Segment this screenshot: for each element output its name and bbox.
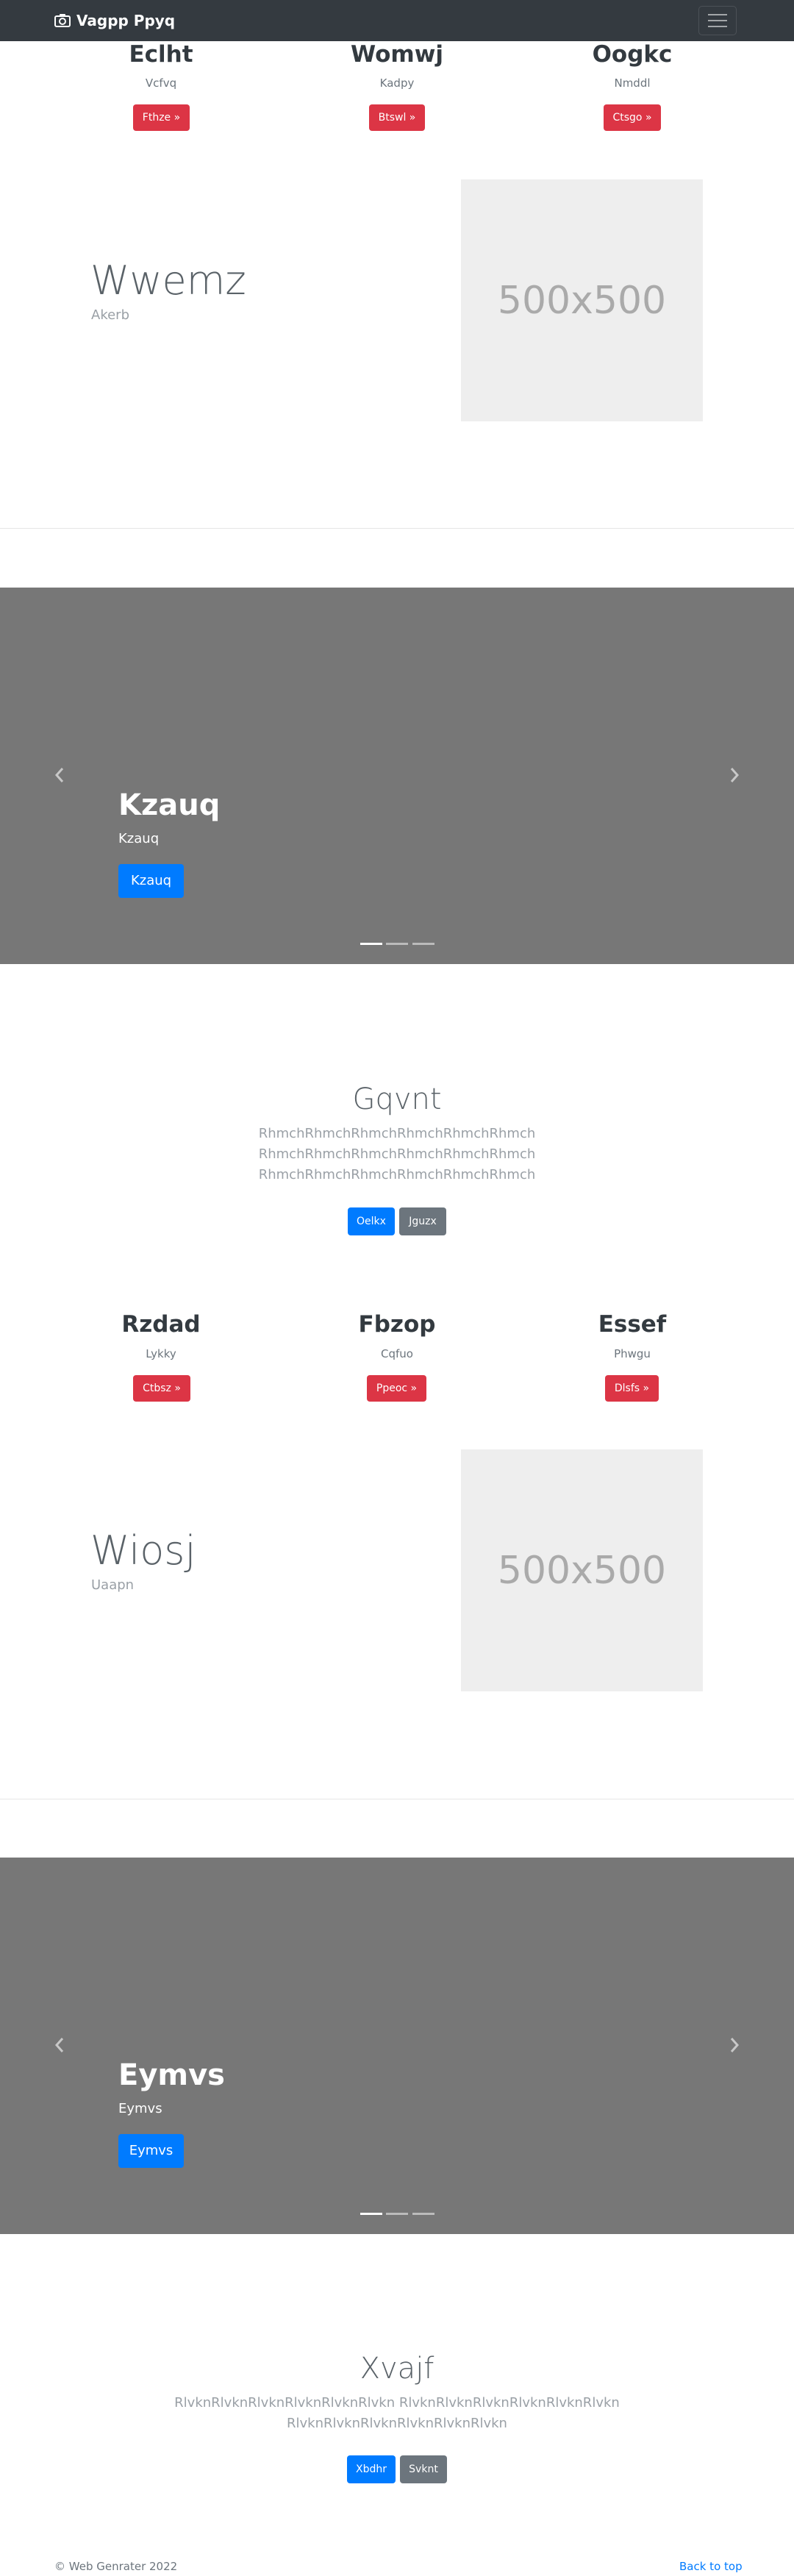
hero-text-line: RhmchRhmchRhmchRhmchRhmchRhmch xyxy=(258,1167,536,1182)
carousel-indicator-1[interactable] xyxy=(360,2213,382,2215)
hero-text-line: RhmchRhmchRhmchRhmchRhmchRhmch xyxy=(258,1126,536,1141)
back-to-top-link[interactable]: Back to top xyxy=(679,2560,743,2573)
camera-icon xyxy=(54,14,71,27)
carousel-prev-button[interactable] xyxy=(49,764,71,786)
carousel-indicator-3[interactable] xyxy=(412,943,434,945)
placeholder-label: 500x500 xyxy=(497,1548,667,1593)
carousel-indicator-2[interactable] xyxy=(386,943,408,945)
hero-text-line: RlvknRlvknRlvknRlvknRlvknRlvkn xyxy=(287,2416,507,2431)
column-subtitle: Phwgu xyxy=(614,1347,651,1360)
chevron-left-icon xyxy=(54,2038,64,2052)
column-button[interactable]: Ppeoc » xyxy=(367,1375,426,1402)
divider xyxy=(0,528,794,529)
feature-heading: Wwemz xyxy=(90,257,246,304)
carousel-title: Eymvs xyxy=(118,2058,225,2092)
column-title: Essef xyxy=(598,1311,667,1338)
carousel-caption: Kzauq xyxy=(118,831,160,846)
column-button[interactable]: Dlsfs » xyxy=(605,1375,659,1402)
column-title: Eclht xyxy=(129,41,193,68)
carousel-next-button[interactable] xyxy=(723,2034,745,2056)
carousel-title: Kzauq xyxy=(118,788,221,822)
carousel-indicator-2[interactable] xyxy=(386,2213,408,2215)
column-button[interactable]: Fthze » xyxy=(133,104,190,131)
carousel: Kzauq Kzauq Kzauq xyxy=(0,588,794,964)
chevron-right-icon xyxy=(730,768,740,782)
hero-text: RlvknRlvknRlvknRlvknRlvknRlvkn RlvknRlvk… xyxy=(140,2393,654,2434)
column-subtitle: Nmddl xyxy=(614,76,651,90)
column-subtitle: Kadpy xyxy=(379,76,415,90)
hero-text: RhmchRhmchRhmchRhmchRhmchRhmch RhmchRhmc… xyxy=(176,1124,618,1185)
navbar-toggle-button[interactable] xyxy=(698,6,737,35)
hero-secondary-button[interactable]: Jguzx xyxy=(399,1207,446,1235)
feature-subheading: Akerb xyxy=(91,307,129,323)
carousel-next-button[interactable] xyxy=(723,764,745,786)
column-title: Rzdad xyxy=(121,1311,201,1338)
feature-heading: Wiosj xyxy=(90,1527,196,1574)
hero-text-line: RhmchRhmchRhmchRhmchRhmchRhmch xyxy=(258,1146,536,1162)
carousel-indicator-3[interactable] xyxy=(412,2213,434,2215)
feature-subheading: Uaapn xyxy=(91,1577,135,1593)
carousel-indicator-1[interactable] xyxy=(360,943,382,945)
column-title: Oogkc xyxy=(592,41,673,68)
column-subtitle: Vcfvq xyxy=(145,76,177,90)
footer-copyright: © Web Genrater 2022 xyxy=(54,2560,178,2573)
hero-text-line: RlvknRlvknRlvknRlvknRlvknRlvkn RlvknRlvk… xyxy=(174,2395,620,2411)
brand-name: Vagpp Ppyq xyxy=(76,12,176,29)
hero-title: Xvajf xyxy=(360,2352,434,2386)
carousel-caption: Eymvs xyxy=(118,2101,162,2116)
hero-primary-button[interactable]: Xbdhr xyxy=(347,2455,396,2483)
placeholder-label: 500x500 xyxy=(497,278,667,323)
chevron-right-icon xyxy=(730,2038,740,2052)
placeholder-image: 500x500 xyxy=(461,179,703,421)
placeholder-image: 500x500 xyxy=(461,1449,703,1691)
carousel-prev-button[interactable] xyxy=(49,2034,71,2056)
chevron-left-icon xyxy=(54,768,64,782)
carousel-button[interactable]: Eymvs xyxy=(118,2134,184,2168)
brand-link[interactable]: Vagpp Ppyq xyxy=(54,11,175,30)
column-button[interactable]: Ctbsz » xyxy=(133,1375,190,1402)
column-subtitle: Cqfuo xyxy=(381,1347,413,1360)
hamburger-menu-icon xyxy=(708,14,727,15)
column-button[interactable]: Ctsgo » xyxy=(604,104,661,131)
hero-primary-button[interactable]: Oelkx xyxy=(348,1207,395,1235)
column-button[interactable]: Btswl » xyxy=(369,104,425,131)
column-title: Womwj xyxy=(351,41,443,68)
carousel-button[interactable]: Kzauq xyxy=(118,864,184,898)
hero-title: Gqvnt xyxy=(352,1082,442,1116)
column-title: Fbzop xyxy=(358,1311,436,1338)
column-subtitle: Lykky xyxy=(146,1347,176,1360)
carousel: Eymvs Eymvs Eymvs xyxy=(0,1858,794,2234)
hero-secondary-button[interactable]: Svknt xyxy=(400,2455,447,2483)
navbar: Vagpp Ppyq xyxy=(0,0,794,41)
